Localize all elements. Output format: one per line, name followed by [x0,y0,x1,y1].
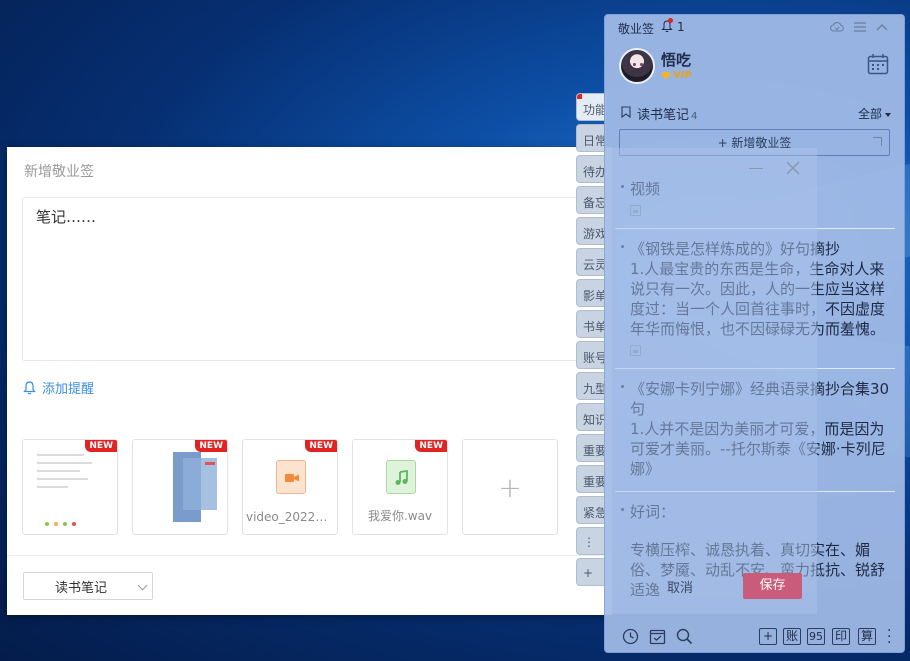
attachment-audio[interactable]: NEW 我爱你.wav [352,439,448,535]
app-name: 敬业签 [618,22,655,36]
section-count: 4 [691,111,698,122]
calculator-button[interactable]: 算 [858,628,876,645]
notification-count: 1 [677,20,685,34]
sticky-header: 敬业签 1 [605,15,904,41]
nine-five-button[interactable]: 95 [807,628,825,645]
attachment-filename: 我爱你.wav [367,509,433,523]
tab-category[interactable]: 备忘 [576,186,606,214]
filter-dropdown[interactable]: 全部 [858,105,891,122]
tab-category[interactable]: 功能 [576,93,606,121]
image-thumbnail [31,448,109,528]
clock-icon[interactable] [622,628,639,645]
tab-category[interactable]: 紧急 [576,496,606,524]
add-button[interactable]: + [759,628,777,645]
task-check-icon[interactable] [649,628,666,645]
new-badge: NEW [85,440,117,452]
new-badge: NEW [415,440,447,452]
new-badge: NEW [305,440,337,452]
add-attachment-button[interactable]: + [462,439,558,535]
video-file-icon [276,460,306,494]
divider [7,555,612,556]
tab-category[interactable]: 游戏 [576,217,606,245]
new-badge: NEW [195,440,227,452]
tab-category[interactable]: 知识 [576,403,606,431]
category-select[interactable]: 读书笔记 [23,572,153,600]
tab-category[interactable]: 日常 [576,124,606,152]
bell-icon [23,380,36,394]
sticky-footer: + 账 95 印 算 · · · [605,622,904,652]
add-reminder-button[interactable]: 添加提醒 [23,378,94,397]
reminder-label: 添加提醒 [42,382,95,397]
print-button[interactable]: 印 [832,628,850,645]
expand-icon[interactable] [873,137,882,146]
cancel-button[interactable]: 取消 [667,577,693,596]
attachment-image[interactable]: NEW [22,439,118,535]
tab-category[interactable]: 重要 [576,434,606,462]
new-note-window: 新增敬业签 笔记…… 添加提醒 NEW NEW NEW video_202207… [7,147,612,615]
window-title: 新增敬业签 [24,164,94,180]
section-title: 读书笔记 4 [637,108,698,123]
tab-category[interactable]: 云灵 [576,248,606,276]
section-header: 读书笔记 4 全部 [619,104,891,123]
audio-file-icon [386,460,416,494]
tab-category[interactable]: 影单 [576,279,606,307]
tab-category[interactable]: 书单 [576,310,606,338]
attachment-video[interactable]: NEW video_202207... [242,439,338,535]
notification-dot [668,18,673,23]
cloud-sync-icon[interactable] [830,21,844,33]
chevron-down-icon [137,580,148,591]
tab-category[interactable]: 账号 [576,341,606,369]
attachment-list: NEW NEW NEW video_202207... NEW 我爱你.wav … [22,439,558,535]
caret-down-icon [885,112,891,117]
collapse-icon[interactable] [875,21,889,33]
tab-category[interactable]: 九型 [576,372,606,400]
attachment-image[interactable]: NEW [132,439,228,535]
note-editor[interactable]: 笔记…… [22,197,612,361]
ledger-button[interactable]: 账 [783,628,801,645]
username: 悟吃 [661,51,692,69]
diamond-icon [661,72,671,80]
tab-more[interactable]: ⋮ [576,527,606,555]
minimize-icon[interactable] [749,168,763,169]
tab-category[interactable]: 重要 [576,465,606,493]
vip-badge: VIP [661,70,692,81]
close-icon[interactable] [785,160,801,176]
menu-icon[interactable] [853,21,867,33]
calendar-icon[interactable] [867,53,889,75]
more-vertical-icon[interactable]: · · · [887,624,891,650]
tab-category[interactable]: 待办 [576,155,606,183]
search-icon[interactable] [676,628,693,645]
attachment-filename: video_202207... [246,510,337,524]
tab-add[interactable]: + [576,558,606,586]
overlay-popup: 取消 保存 [604,148,817,614]
avatar[interactable] [619,48,655,84]
save-button[interactable]: 保存 [743,573,802,599]
bookmark-icon [621,106,631,118]
category-value: 读书笔记 [54,580,107,596]
